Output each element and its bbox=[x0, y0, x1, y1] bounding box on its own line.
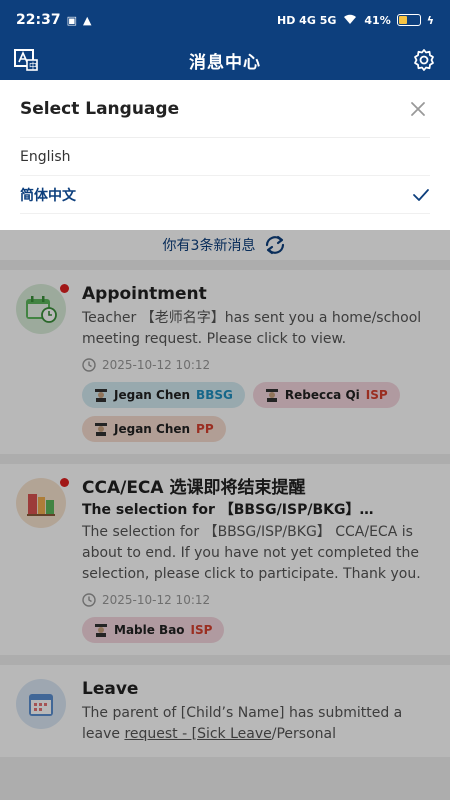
page-title: 消息中心 bbox=[189, 52, 261, 73]
wifi-icon bbox=[342, 13, 358, 28]
status-time: 22:37 bbox=[16, 12, 61, 28]
gear-icon bbox=[414, 49, 434, 71]
charging-icon: ϟ bbox=[426, 13, 434, 27]
svg-text:中: 中 bbox=[29, 61, 37, 71]
notification-icon: ▣ bbox=[66, 13, 77, 27]
close-button[interactable] bbox=[406, 97, 430, 121]
battery-percent: 41% bbox=[364, 13, 391, 27]
language-option-label: 简体中文 bbox=[20, 187, 76, 204]
translate-icon: 中 bbox=[14, 49, 38, 71]
language-button[interactable]: 中 bbox=[12, 46, 40, 74]
language-option-chinese[interactable]: 简体中文 bbox=[20, 176, 430, 214]
battery-icon bbox=[396, 14, 421, 26]
check-icon bbox=[413, 188, 429, 201]
language-option-english[interactable]: English bbox=[20, 138, 430, 176]
warning-icon: ▲ bbox=[82, 13, 92, 27]
close-icon bbox=[411, 101, 425, 116]
sheet-title: Select Language bbox=[20, 98, 180, 119]
app-bar: 中 消息中心 bbox=[0, 40, 450, 80]
status-bar: 22:37 ▣ ▲ HD 4G 5G 41% ϟ bbox=[0, 0, 450, 40]
language-option-label: English bbox=[20, 148, 71, 165]
settings-button[interactable] bbox=[410, 46, 438, 74]
network-indicator: HD 4G 5G bbox=[277, 13, 337, 27]
language-sheet: Select Language English 简体中文 bbox=[0, 80, 450, 230]
